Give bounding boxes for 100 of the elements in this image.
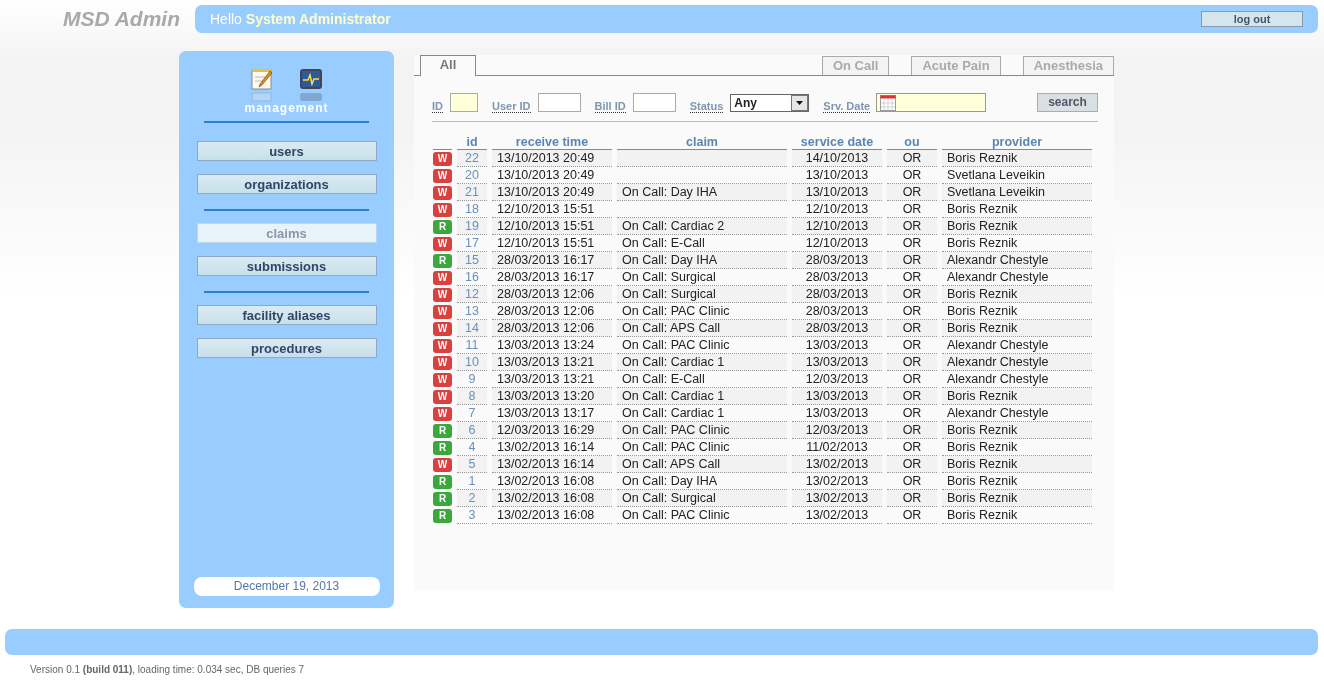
table-cell: 21 <box>457 184 487 201</box>
status-badge: R <box>433 254 452 269</box>
table-cell: On Call: Cardiac 1 <box>617 354 787 371</box>
table-cell: Boris Reznik <box>942 286 1092 303</box>
table-cell: 22 <box>457 150 487 167</box>
table-cell: 13/02/2013 <box>792 456 882 473</box>
filter-label: Status <box>689 100 724 113</box>
table-cell: 12/03/2013 16:29 <box>492 422 612 439</box>
table-cell: 13/02/2013 <box>792 490 882 507</box>
filter-label: Bill ID <box>594 100 626 113</box>
table-cell: OR <box>887 184 937 201</box>
status-badge: R <box>433 441 452 456</box>
table-cell: 12/03/2013 <box>792 422 882 439</box>
table-cell: On Call: APS Call <box>617 456 787 473</box>
table-cell: On Call: APS Call <box>617 320 787 337</box>
sidebar-item[interactable]: users <box>196 141 377 161</box>
table-cell: 10 <box>457 354 487 371</box>
notepad-pencil-icon[interactable] <box>250 67 274 103</box>
table-cell: On Call: Day IHA <box>617 252 787 269</box>
app-title: MSD Admin <box>61 7 181 31</box>
input-field[interactable] <box>537 93 581 112</box>
status-badge: W <box>433 373 452 388</box>
table-cell: OR <box>887 218 937 235</box>
table-cell: 13/02/2013 16:08 <box>492 490 612 507</box>
monitor-pulse-icon[interactable] <box>299 67 323 103</box>
date-label: December 19, 2013 <box>193 577 380 596</box>
table-cell: 13/03/2013 13:21 <box>492 354 612 371</box>
status-badge: R <box>433 509 452 524</box>
table-cell: 13/02/2013 16:08 <box>492 507 612 524</box>
greeting-text: Hello System Administrator <box>210 9 391 29</box>
table-cell: OR <box>887 150 937 167</box>
status-badge: W <box>433 356 452 371</box>
table-cell: 13/10/2013 <box>792 184 882 201</box>
table-cell: On Call: Cardiac 2 <box>617 218 787 235</box>
table-cell: 5 <box>457 456 487 473</box>
status-badge: W <box>433 271 452 286</box>
status-badge: W <box>433 288 452 303</box>
table-cell: OR <box>887 507 937 524</box>
status-badge: W <box>433 186 452 201</box>
table-cell: 28/03/2013 16:17 <box>492 252 612 269</box>
status-badge: R <box>433 220 452 235</box>
status-badge: W <box>433 305 452 320</box>
table-cell: 14 <box>457 320 487 337</box>
date-field[interactable] <box>876 93 987 112</box>
status-badge: W <box>433 458 452 473</box>
table-cell: 13/10/2013 20:49 <box>492 150 612 167</box>
status-badge: W <box>433 152 452 167</box>
filter-label: Srv. Date <box>823 100 871 113</box>
table-cell: OR <box>887 422 937 439</box>
table-cell: OR <box>887 490 937 507</box>
table-cell: On Call: Surgical <box>617 490 787 507</box>
sidebar-item[interactable]: facility aliases <box>196 305 377 325</box>
table-cell: 8 <box>457 388 487 405</box>
table-cell: OR <box>887 388 937 405</box>
table-cell: Boris Reznik <box>942 490 1092 507</box>
status-badge: W <box>433 407 452 422</box>
table-cell: On Call: Day IHA <box>617 184 787 201</box>
table-cell: OR <box>887 252 937 269</box>
table-cell: 3 <box>457 507 487 524</box>
footer-text: Version 0.1 (build 011), loading time: 0.034 sec, DB queries 7 <box>30 663 306 677</box>
calendar-icon[interactable] <box>880 94 897 111</box>
table-cell: 6 <box>457 422 487 439</box>
table-cell: 13/02/2013 16:14 <box>492 456 612 473</box>
status-badge: R <box>433 475 452 490</box>
table-cell: On Call: Cardiac 1 <box>617 388 787 405</box>
sidebar-item[interactable]: procedures <box>196 338 377 358</box>
table-cell: Boris Reznik <box>942 388 1092 405</box>
table-cell: 12 <box>457 286 487 303</box>
status-badge: W <box>433 322 452 337</box>
section-label: management <box>244 100 329 117</box>
table-cell: On Call: PAC Clinic <box>617 507 787 524</box>
status-badge: W <box>433 390 452 405</box>
filter-label: User ID <box>492 100 531 113</box>
table-cell: 13/10/2013 20:49 <box>492 184 612 201</box>
table-cell: Boris Reznik <box>942 507 1092 524</box>
search-button[interactable]: search <box>1037 93 1098 112</box>
sidebar-item[interactable]: submissions <box>196 256 377 276</box>
logout-button[interactable]: log out <box>1201 11 1303 27</box>
table-cell: 19 <box>457 218 487 235</box>
table-cell: OR <box>887 456 937 473</box>
status-badge: R <box>433 492 452 507</box>
table-cell: Alexandr Chestyle <box>942 354 1092 371</box>
table-cell: 28/03/2013 12:06 <box>492 320 612 337</box>
table-cell: 15 <box>457 252 487 269</box>
table-cell: Boris Reznik <box>942 150 1092 167</box>
table-cell: Svetlana Leveikin <box>942 184 1092 201</box>
table-cell: 28/03/2013 <box>792 320 882 337</box>
input-field[interactable] <box>450 93 478 112</box>
table-cell: OR <box>887 320 937 337</box>
status-badge: W <box>433 169 452 184</box>
sidebar-item[interactable]: organizations <box>196 174 377 194</box>
table-cell: OR <box>887 354 937 371</box>
status-badge: R <box>433 424 452 439</box>
table-cell: 14/10/2013 <box>792 150 882 167</box>
table-cell: On Call: PAC Clinic <box>617 422 787 439</box>
status-badge: W <box>433 237 452 252</box>
input-field[interactable] <box>632 93 676 112</box>
status-dropdown[interactable]: Any <box>730 93 810 112</box>
tab[interactable]: All <box>420 55 476 76</box>
table-cell: 13/02/2013 <box>792 507 882 524</box>
